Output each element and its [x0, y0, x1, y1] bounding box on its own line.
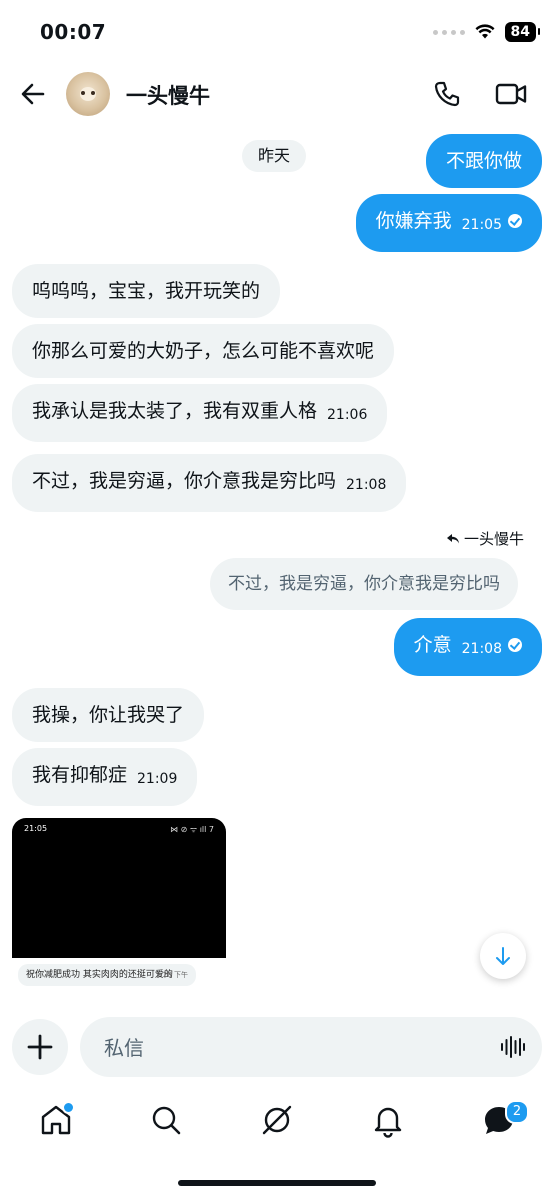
message-bubble-incoming[interactable]: 我有抑郁症 21:09	[12, 748, 198, 806]
message-text: 介意	[413, 634, 452, 656]
attachment-message-time: 2:28 下午	[156, 971, 188, 979]
message-text: 你那么可爱的大奶子，怎么可能不喜欢呢	[32, 340, 375, 362]
message-time: 21:08	[461, 641, 502, 657]
reply-to-name: 一头慢牛	[463, 530, 524, 548]
message-bubble-outgoing[interactable]: 你嫌弃我 21:05	[355, 194, 542, 252]
contact-name[interactable]: 一头慢牛	[126, 80, 210, 110]
scroll-to-bottom-button[interactable]	[480, 933, 526, 979]
plus-icon	[27, 1034, 53, 1060]
message-bubble-incoming[interactable]: 我操，你让我哭了	[12, 688, 205, 742]
home-notification-dot	[62, 1101, 75, 1114]
attachment-message-bubble: 祝你减肥成功 其实肉肉的还挺可爱的 2:28 下午	[18, 964, 196, 986]
conversation-header: 一头慢牛	[0, 64, 554, 124]
arrow-down-icon	[496, 947, 510, 965]
add-attachment-button[interactable]	[12, 1019, 68, 1075]
back-arrow-icon[interactable]	[18, 79, 48, 109]
message-bubble-incoming[interactable]: 呜呜呜，宝宝，我开玩笑的	[12, 264, 281, 318]
message-bubble-incoming[interactable]: 我承认是我太装了，我有双重人格 21:06	[12, 384, 388, 442]
message-time: 21:09	[137, 771, 178, 787]
message-input[interactable]	[102, 1031, 486, 1065]
message-bubble-incoming[interactable]: 不过，我是穷逼，你介意我是穷比吗 21:08	[12, 454, 407, 512]
message-time: 21:05	[461, 217, 502, 233]
image-attachment[interactable]: 21:05 ⋈ ⊘ ᯤ ıll 7 祝你减肥成功 其实肉肉的还挺可爱的 2:28…	[12, 818, 226, 1006]
attachment-status-time: 21:05	[24, 824, 48, 833]
message-bubble-outgoing[interactable]: 不跟你做	[425, 134, 542, 188]
message-time: 21:06	[327, 407, 368, 423]
message-time: 21:08	[346, 477, 387, 493]
message-text: 我承认是我太装了，我有双重人格	[32, 400, 318, 422]
message-composer	[80, 1017, 542, 1077]
reply-context-label: 一头慢牛	[446, 528, 524, 549]
message-bubble-incoming[interactable]: 你那么可爱的大奶子，怎么可能不喜欢呢	[12, 324, 395, 378]
message-text: 不过，我是穷逼，你介意我是穷比吗	[32, 470, 337, 492]
date-divider: 昨天	[242, 140, 307, 172]
message-text: 我操，你让我哭了	[32, 704, 185, 726]
message-text: 你嫌弃我	[375, 210, 452, 232]
phone-call-icon[interactable]	[432, 79, 462, 109]
status-icons: 84	[432, 22, 541, 42]
attachment-status-icons: ⋈ ⊘ ᯤ ıll 7	[170, 825, 214, 834]
message-text: 不跟你做	[445, 150, 522, 172]
message-text: 我有抑郁症	[32, 764, 128, 786]
message-bubble-outgoing[interactable]: 介意 21:08	[393, 618, 542, 676]
messages-badge: 2	[505, 1100, 529, 1124]
message-text: 呜呜呜，宝宝，我开玩笑的	[32, 280, 261, 302]
contact-avatar[interactable]	[66, 72, 110, 116]
attachment-message-text: 祝你减肥成功 其实肉肉的还挺可爱的	[26, 970, 173, 980]
attachment-message-area: 祝你减肥成功 其实肉肉的还挺可爱的 2:28 下午	[12, 958, 226, 1006]
notifications-icon[interactable]	[370, 1102, 406, 1138]
search-icon[interactable]	[148, 1102, 184, 1138]
quoted-message[interactable]: 不过，我是穷逼，你介意我是穷比吗	[210, 558, 518, 610]
video-call-icon[interactable]	[494, 79, 528, 109]
wifi-icon	[475, 24, 495, 39]
battery-indicator: 84	[504, 22, 541, 42]
status-time: 00:07	[40, 20, 107, 44]
read-check-icon	[508, 214, 522, 228]
voice-message-icon[interactable]	[500, 1035, 526, 1059]
signal-dots-icon	[432, 29, 465, 35]
reply-arrow-icon	[446, 533, 459, 543]
grok-icon[interactable]	[259, 1102, 295, 1138]
read-check-icon	[508, 638, 522, 652]
home-indicator	[178, 1180, 376, 1186]
